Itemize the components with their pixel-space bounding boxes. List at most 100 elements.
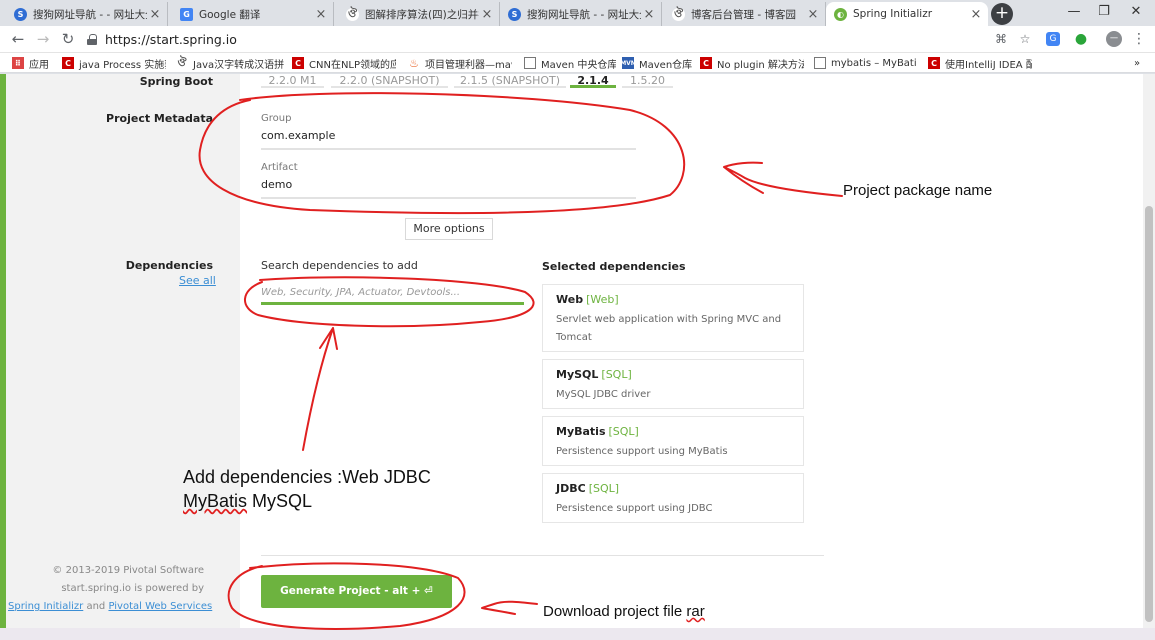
new-tab-button[interactable]: + [991, 3, 1013, 25]
bookmark-item[interactable]: C CNN在NLP领域的应 [292, 55, 396, 71]
dependency-name: JDBC [SQL] [556, 482, 620, 495]
pivotal-web-services-link[interactable]: Pivotal Web Services [108, 601, 212, 612]
tab-spring-initializr[interactable]: ◐ Spring Initializr × [826, 2, 988, 26]
footer-links: Spring Initializr and Pivotal Web Servic… [8, 601, 212, 612]
artifact-field[interactable]: demo [261, 178, 292, 191]
group-underline [261, 148, 636, 150]
close-icon[interactable]: × [313, 7, 329, 22]
forward-arrow-icon[interactable]: → [33, 29, 53, 49]
address-bar[interactable]: https://start.spring.io [87, 27, 987, 51]
spring-leaf-icon: ◐ [834, 7, 847, 21]
bookmark-item[interactable]: C 使用IntelliJ IDEA 配 [928, 55, 1032, 71]
tab-sogou-1[interactable]: S 搜狗网址导航 - - 网址大全实 × [6, 2, 168, 26]
version-2-2-0-snapshot[interactable]: 2.2.0 (SNAPSHOT) [331, 74, 448, 88]
bookmark-item[interactable]: MVN Maven仓库 [622, 55, 692, 71]
search-dependencies-input[interactable] [261, 283, 524, 305]
mysql-word: MySQL [252, 491, 313, 511]
cnblogs-icon: ঔ [177, 55, 187, 69]
bookmark-label: 应用 [29, 59, 49, 71]
bookmark-item[interactable]: Cjava Process 实施获 [62, 55, 166, 71]
tab-blog-admin[interactable]: ঔ 博客后台管理 - 博客园 × [664, 2, 826, 26]
close-icon[interactable]: × [805, 7, 821, 22]
tab-title: 图解排序算法(四)之归并排序 [365, 8, 479, 21]
translate-page-icon[interactable]: ⌘ [992, 30, 1010, 48]
package-note: Project package name [843, 182, 993, 199]
form-divider [261, 555, 824, 556]
dependency-card-mysql[interactable]: MySQL [SQL] MySQL JDBC driver [542, 359, 804, 409]
page-scrollbar[interactable] [1143, 74, 1155, 628]
project-metadata-label: Project Metadata [106, 112, 213, 125]
group-label: Group [261, 113, 292, 124]
cnblogs-icon: ঔ [672, 6, 685, 21]
see-all-link[interactable]: See all [179, 274, 216, 287]
tab-title: 搜狗网址导航 - - 网址大全实 [527, 8, 641, 21]
bookmark-label: 使用IntelliJ IDEA 配 [945, 59, 1032, 71]
bookmark-item[interactable]: Maven 中央仓库 [524, 55, 616, 71]
scrollbar-thumb[interactable] [1145, 206, 1153, 622]
tab-sogou-2[interactable]: S 搜狗网址导航 - - 网址大全实 × [500, 2, 662, 26]
artifact-label: Artifact [261, 162, 298, 173]
google-translate-icon: G [180, 7, 193, 21]
tab-bar: S 搜狗网址导航 - - 网址大全实 × G Google 翻译 × ঔ 图解排… [0, 0, 1155, 26]
dependency-tag: [SQL] [608, 425, 639, 438]
download-note-text: Download project file [543, 603, 683, 620]
search-dependencies-label: Search dependencies to add [261, 259, 418, 272]
close-icon[interactable]: × [479, 7, 495, 22]
tab-sorting-article[interactable]: ঔ 图解排序算法(四)之归并排序 × [338, 2, 500, 26]
dependency-name: MySQL [SQL] [556, 368, 632, 381]
dependency-card-jdbc[interactable]: JDBC [SQL] Persistence support using JDBC [542, 473, 804, 523]
evernote-icon[interactable]: ● [1072, 30, 1090, 48]
dependencies-note-line1: Add dependencies :Web JDBC [183, 467, 431, 487]
dependency-description: MySQL JDBC driver [556, 389, 651, 400]
url-text: https://start.spring.io [105, 31, 237, 47]
tab-google-translate[interactable]: G Google 翻译 × [172, 2, 334, 26]
tab-title: Spring Initializr [853, 8, 933, 20]
dependency-card-web[interactable]: Web [Web] Servlet web application with Sp… [542, 284, 804, 352]
generate-project-button[interactable]: Generate Project - alt + ⏎ [261, 575, 452, 608]
bookmark-item[interactable]: C No plugin 解决方法 [700, 55, 804, 71]
group-field[interactable]: com.example [261, 129, 335, 142]
csdn-icon: C [292, 57, 304, 69]
page-icon [524, 57, 536, 69]
menu-dots-icon[interactable]: ⋮ [1130, 30, 1148, 48]
close-icon[interactable]: × [147, 7, 163, 22]
version-2-1-4[interactable]: 2.1.4 [570, 74, 616, 88]
profile-avatar-icon[interactable]: 一 [1106, 31, 1122, 47]
bookmark-item[interactable]: ঔ Java汉字转成汉语拼 [176, 55, 286, 71]
csdn-icon: C [928, 57, 940, 69]
footer-and: and [86, 601, 106, 612]
bookmark-item[interactable]: mybatis – MyBatis [814, 55, 916, 71]
artifact-underline [261, 197, 636, 199]
spring-initializr-link[interactable]: Spring Initializr [8, 601, 83, 612]
window-close-icon[interactable]: ✕ [1118, 2, 1154, 22]
version-1-5-20[interactable]: 1.5.20 [622, 74, 673, 88]
more-bookmarks-icon[interactable]: » [1134, 55, 1148, 71]
sogou-icon: S [508, 7, 521, 21]
version-2-2-0-m1[interactable]: 2.2.0 M1 [261, 74, 324, 88]
browser-toolbar: ← → ↻ https://start.spring.io ⌘ ☆ G ● 一 … [0, 26, 1155, 53]
back-arrow-icon[interactable]: ← [8, 29, 28, 49]
google-translate-ext-icon[interactable]: G [1046, 32, 1060, 46]
rar-word: rar [686, 603, 705, 620]
bookmark-label: 项目管理利器—mave [425, 59, 512, 71]
dependency-card-mybatis[interactable]: MyBatis [SQL] Persistence support using M… [542, 416, 804, 466]
bookmark-label: java Process 实施获 [79, 59, 166, 71]
bookmark-apps[interactable]: ⠿ 应用 [12, 55, 58, 71]
dependency-description: Servlet web application with Spring MVC … [556, 314, 782, 343]
page-icon [814, 57, 826, 69]
bottom-strip [0, 628, 1155, 640]
bookmark-star-icon[interactable]: ☆ [1016, 30, 1034, 48]
spring-boot-label: Spring Boot [139, 75, 213, 88]
version-2-1-5-snapshot[interactable]: 2.1.5 (SNAPSHOT) [454, 74, 566, 88]
reload-icon[interactable]: ↻ [58, 29, 78, 49]
download-note: Download project file rar [543, 603, 705, 620]
tab-title: Google 翻译 [199, 8, 261, 21]
close-icon[interactable]: × [968, 7, 984, 22]
more-options-button[interactable]: More options [405, 218, 493, 240]
bookmark-label: mybatis – MyBatis [831, 57, 916, 69]
close-icon[interactable]: × [641, 7, 657, 22]
csdn-icon: C [700, 57, 712, 69]
bookmark-item[interactable]: ♨ 项目管理利器—mave [408, 55, 512, 71]
tab-title: 搜狗网址导航 - - 网址大全实 [33, 8, 147, 21]
maximize-icon[interactable]: ❐ [1086, 2, 1122, 22]
